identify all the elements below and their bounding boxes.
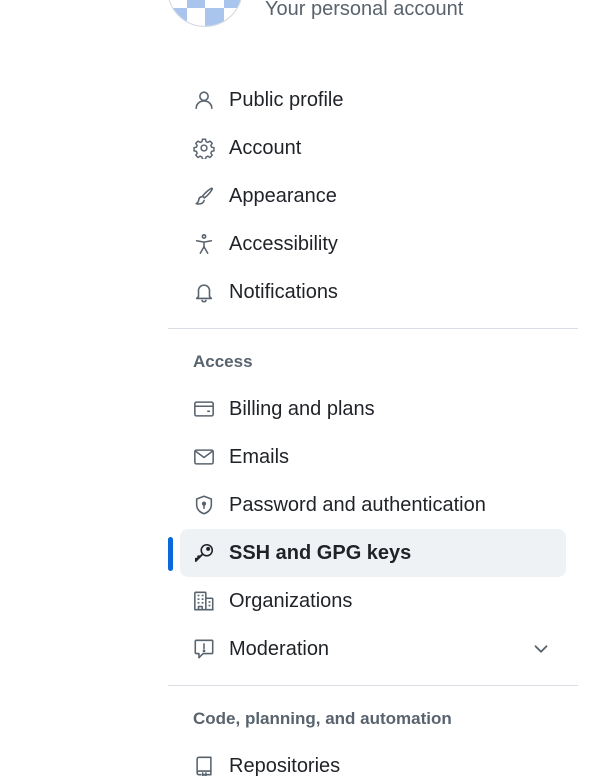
sidebar-item-password-authentication[interactable]: Password and authentication — [180, 481, 566, 529]
accessibility-icon — [193, 233, 215, 255]
sidebar-item-label: Account — [229, 136, 302, 159]
sidebar-item-label: Repositories — [229, 754, 341, 776]
access-nav-list: Billing and plans Emails Password and au… — [168, 385, 578, 673]
section-divider — [168, 328, 578, 329]
sidebar-item-label: SSH and GPG keys — [229, 541, 412, 564]
section-divider — [168, 685, 578, 686]
report-icon — [193, 638, 215, 660]
shield-lock-icon — [193, 494, 215, 516]
sidebar-item-label: Notifications — [229, 280, 338, 303]
key-icon — [193, 542, 215, 564]
sidebar-item-organizations[interactable]: Organizations — [180, 577, 566, 625]
access-section-header: Access — [193, 352, 253, 371]
sidebar-item-label: Organizations — [229, 589, 353, 612]
sidebar-item-label: Billing and plans — [229, 397, 375, 420]
sidebar-item-label: Public profile — [229, 88, 344, 111]
sidebar-item-label: Emails — [229, 445, 290, 468]
mail-icon — [193, 446, 215, 468]
code-nav-list: Repositories — [168, 742, 578, 776]
settings-sidebar: Public profile Account Appearance Access… — [168, 76, 578, 776]
settings-page: Your personal account Public profile Acc… — [0, 0, 593, 776]
code-planning-section-header: Code, planning, and automation — [193, 709, 452, 728]
active-item-indicator — [168, 537, 173, 571]
sidebar-item-account[interactable]: Account — [180, 124, 566, 172]
gear-icon — [193, 137, 215, 159]
sidebar-item-billing[interactable]: Billing and plans — [180, 385, 566, 433]
sidebar-item-appearance[interactable]: Appearance — [180, 172, 566, 220]
sidebar-item-repositories[interactable]: Repositories — [180, 742, 566, 776]
chevron-down-icon[interactable] — [530, 638, 552, 660]
bell-icon — [193, 281, 215, 303]
paintbrush-icon — [193, 185, 215, 207]
organization-icon — [193, 590, 215, 612]
person-icon — [193, 89, 215, 111]
primary-nav-list: Public profile Account Appearance Access… — [168, 76, 578, 316]
repo-icon — [193, 755, 215, 776]
sidebar-item-label: Accessibility — [229, 232, 338, 255]
sidebar-item-public-profile[interactable]: Public profile — [180, 76, 566, 124]
sidebar-item-ssh-gpg-keys[interactable]: SSH and GPG keys — [168, 529, 566, 577]
avatar[interactable] — [168, 0, 242, 26]
sidebar-item-accessibility[interactable]: Accessibility — [180, 220, 566, 268]
sidebar-item-label: Appearance — [229, 184, 337, 207]
sidebar-item-label: Password and authentication — [229, 493, 486, 516]
sidebar-item-emails[interactable]: Emails — [180, 433, 566, 481]
sidebar-item-label: Moderation — [229, 637, 330, 660]
account-subtitle: Your personal account — [265, 0, 464, 20]
sidebar-item-moderation[interactable]: Moderation — [180, 625, 566, 673]
credit-card-icon — [193, 398, 215, 420]
sidebar-item-notifications[interactable]: Notifications — [180, 268, 566, 316]
